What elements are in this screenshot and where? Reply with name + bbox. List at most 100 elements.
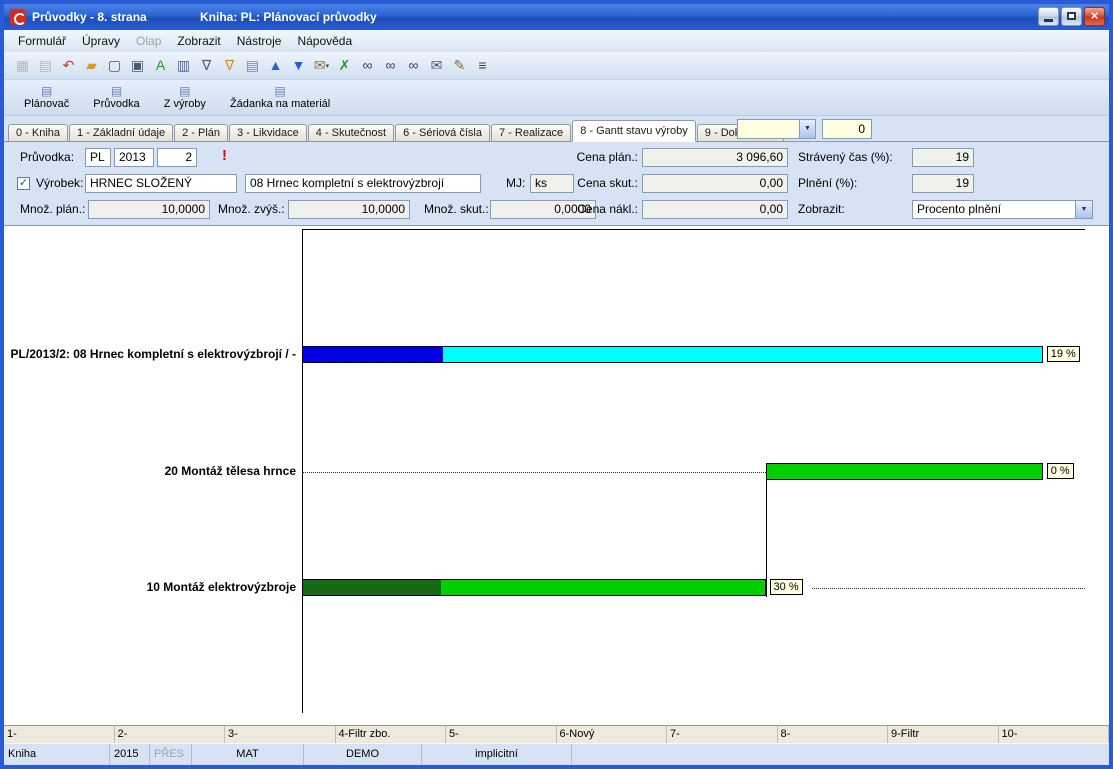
minimize-icon <box>1044 19 1053 22</box>
tab-2-plan[interactable]: 2 - Plán <box>174 124 228 142</box>
action-button-label: Z výroby <box>164 98 206 110</box>
find-previous-icon[interactable]: ∞ <box>403 55 424 76</box>
gantt-chart: PL/2013/2: 08 Hrnec kompletní s elektrov… <box>4 225 1109 725</box>
straveny-cas-field: 19 <box>912 148 974 167</box>
tab-combo-field[interactable] <box>737 119 799 139</box>
action-button-label: Průvodka <box>93 98 139 110</box>
send-package-icon[interactable]: ✉▾ <box>311 55 332 76</box>
gantt-bar <box>302 579 766 596</box>
title-bar: Průvodky - 8. strana Kniha: PL: Plánovac… <box>4 4 1109 30</box>
action-button-zadanka-na-material[interactable]: ▤Žádanka na materiál <box>220 81 340 114</box>
mnoz-plan-field: 10,0000 <box>88 200 210 219</box>
chevron-down-icon[interactable]: ▼ <box>799 119 816 139</box>
count-field[interactable]: 0 <box>822 119 872 139</box>
pruvodka-label: Průvodka: <box>20 148 74 167</box>
close-button[interactable]: × <box>1084 7 1105 26</box>
gantt-bar <box>766 463 1043 480</box>
gantt-percent-badge: 30 % <box>770 579 803 595</box>
find-next-icon[interactable]: ∞ <box>380 55 401 76</box>
menu-item-olap: Olap <box>128 32 169 50</box>
minimize-button[interactable] <box>1038 7 1059 26</box>
protect-record-icon[interactable]: A <box>150 55 171 76</box>
mnoz-zvys-label: Množ. zvýš.: <box>218 200 285 219</box>
copy-icon[interactable]: ▣ <box>127 55 148 76</box>
tab-1-zakladni-udaje[interactable]: 1 - Základní údaje <box>69 124 173 142</box>
find-icon[interactable]: ∞ <box>357 55 378 76</box>
gantt-row-label: 20 Montáž tělesa hrnce <box>8 464 296 478</box>
tab-0-kniha[interactable]: 0 - Kniha <box>8 124 68 142</box>
status-cell-empty <box>572 744 1109 765</box>
menu-item-zobrazit[interactable]: Zobrazit <box>169 32 228 50</box>
tab-6-seriova-cisla[interactable]: 6 - Sériová čísla <box>395 124 490 142</box>
window-title: Průvodky - 8. strana <box>32 10 147 24</box>
vyrobek-checkbox[interactable]: ✓ <box>17 177 30 190</box>
action-button-planovac[interactable]: ▤Plánovač <box>14 81 79 114</box>
mj-label: MJ: <box>506 174 525 193</box>
cena-plan-field: 3 096,60 <box>642 148 788 167</box>
status-cell-2015: 2015 <box>110 744 150 765</box>
status-fkey-1: 1- <box>4 726 115 743</box>
menu-item-napoveda[interactable]: Nápověda <box>289 32 360 50</box>
tab-combo[interactable]: ▼ <box>737 119 816 139</box>
arrow-up-icon[interactable]: ▲ <box>265 55 286 76</box>
mail-icon[interactable]: ✉ <box>426 55 447 76</box>
cena-plan-label: Cena plán.: <box>552 148 638 167</box>
vyrobek-popis-field[interactable]: 08 Hrnec kompletní s elektrovýzbrojí <box>245 174 481 193</box>
cena-skut-field: 0,00 <box>642 174 788 193</box>
pruvodka-year-field[interactable]: 2013 <box>114 148 154 167</box>
tab-4-skutecnost[interactable]: 4 - Skutečnost <box>308 124 394 142</box>
client-area: Průvodky - 8. strana Kniha: PL: Plánovac… <box>4 4 1109 765</box>
status-cell-kniha: Kniha <box>4 744 110 765</box>
menu-bar: FormulářÚpravyOlapZobrazitNástrojeNápově… <box>4 30 1109 52</box>
action-button-pruvodka[interactable]: ▤Průvodka <box>83 81 149 114</box>
form-icon: ▤ <box>179 85 190 97</box>
gantt-bar <box>302 346 1043 363</box>
status-cell-implicitni: implicitní <box>422 744 572 765</box>
open-folder-icon[interactable]: ▰ <box>81 55 102 76</box>
menu-item-nastroje[interactable]: Nástroje <box>229 32 290 50</box>
form-header: Průvodka: PL 2013 2 ! Cena plán.: 3 096,… <box>4 142 1109 225</box>
action-toolbar: ▤Plánovač▤Průvodka▤Z výroby▤Žádanka na m… <box>4 80 1109 116</box>
status-fkey-2: 2- <box>115 726 226 743</box>
list-icon[interactable]: ≡ <box>472 55 493 76</box>
filter-values-icon[interactable]: ∇ <box>219 55 240 76</box>
edit-note-icon[interactable]: ✎ <box>449 55 470 76</box>
app-window: Průvodky - 8. strana Kniha: PL: Plánovac… <box>0 0 1113 769</box>
chevron-down-icon[interactable]: ▼ <box>1075 201 1092 218</box>
tab-7-realizace[interactable]: 7 - Realizace <box>491 124 571 142</box>
book-icon[interactable]: ▥ <box>173 55 194 76</box>
save-record-icon: ▤ <box>35 55 56 76</box>
arrow-down-icon[interactable]: ▼ <box>288 55 309 76</box>
status-fkey-4-filtr-zbo[interactable]: 4-Filtr zbo. <box>336 726 447 743</box>
pruvodka-book-field[interactable]: PL <box>85 148 111 167</box>
toolbar: ▦▤↶▰▢▣A▥∇∇▤▲▼✉▾✗∞∞∞✉✎≡ <box>4 52 1109 80</box>
status-cell-mat: MAT <box>192 744 304 765</box>
menu-item-upravy[interactable]: Úpravy <box>74 32 128 50</box>
vyrobek-field[interactable]: HRNEC SLOŽENÝ <box>85 174 237 193</box>
cena-skut-label: Cena skut.: <box>552 174 638 193</box>
app-icon <box>10 9 26 25</box>
layers-icon[interactable]: ▤ <box>242 55 263 76</box>
pruvodka-number-field[interactable]: 2 <box>157 148 197 167</box>
zobrazit-label: Zobrazit: <box>798 200 845 219</box>
filter-icon[interactable]: ∇ <box>196 55 217 76</box>
tab-bar: 0 - Kniha1 - Základní údaje2 - Plán3 - L… <box>4 116 1109 142</box>
menu-item-formular[interactable]: Formulář <box>10 32 74 50</box>
status-fkey-9-filtr[interactable]: 9-Filtr <box>888 726 999 743</box>
new-document-icon[interactable]: ▢ <box>104 55 125 76</box>
tab-3-likvidace[interactable]: 3 - Likvidace <box>229 124 307 142</box>
status-fkey-3: 3- <box>225 726 336 743</box>
action-button-z-vyroby[interactable]: ▤Z výroby <box>154 81 216 114</box>
restore-button[interactable] <box>1061 7 1082 26</box>
warning-icon: ! <box>222 147 227 164</box>
undo-icon[interactable]: ↶ <box>58 55 79 76</box>
action-button-label: Plánovač <box>24 98 69 110</box>
tab-8-gantt-stavu-vyroby[interactable]: 8 - Gantt stavu výroby <box>572 120 696 142</box>
zobrazit-select[interactable]: Procento plnění ▼ <box>912 200 1093 219</box>
status-fkey-6-novy[interactable]: 6-Nový <box>557 726 668 743</box>
cut-icon[interactable]: ✗ <box>334 55 355 76</box>
status-cell-demo: DEMO <box>304 744 422 765</box>
chevron-down-icon[interactable]: ▾ <box>326 63 330 70</box>
gantt-dotted-line <box>302 472 766 473</box>
form-icon: ▤ <box>41 85 52 97</box>
